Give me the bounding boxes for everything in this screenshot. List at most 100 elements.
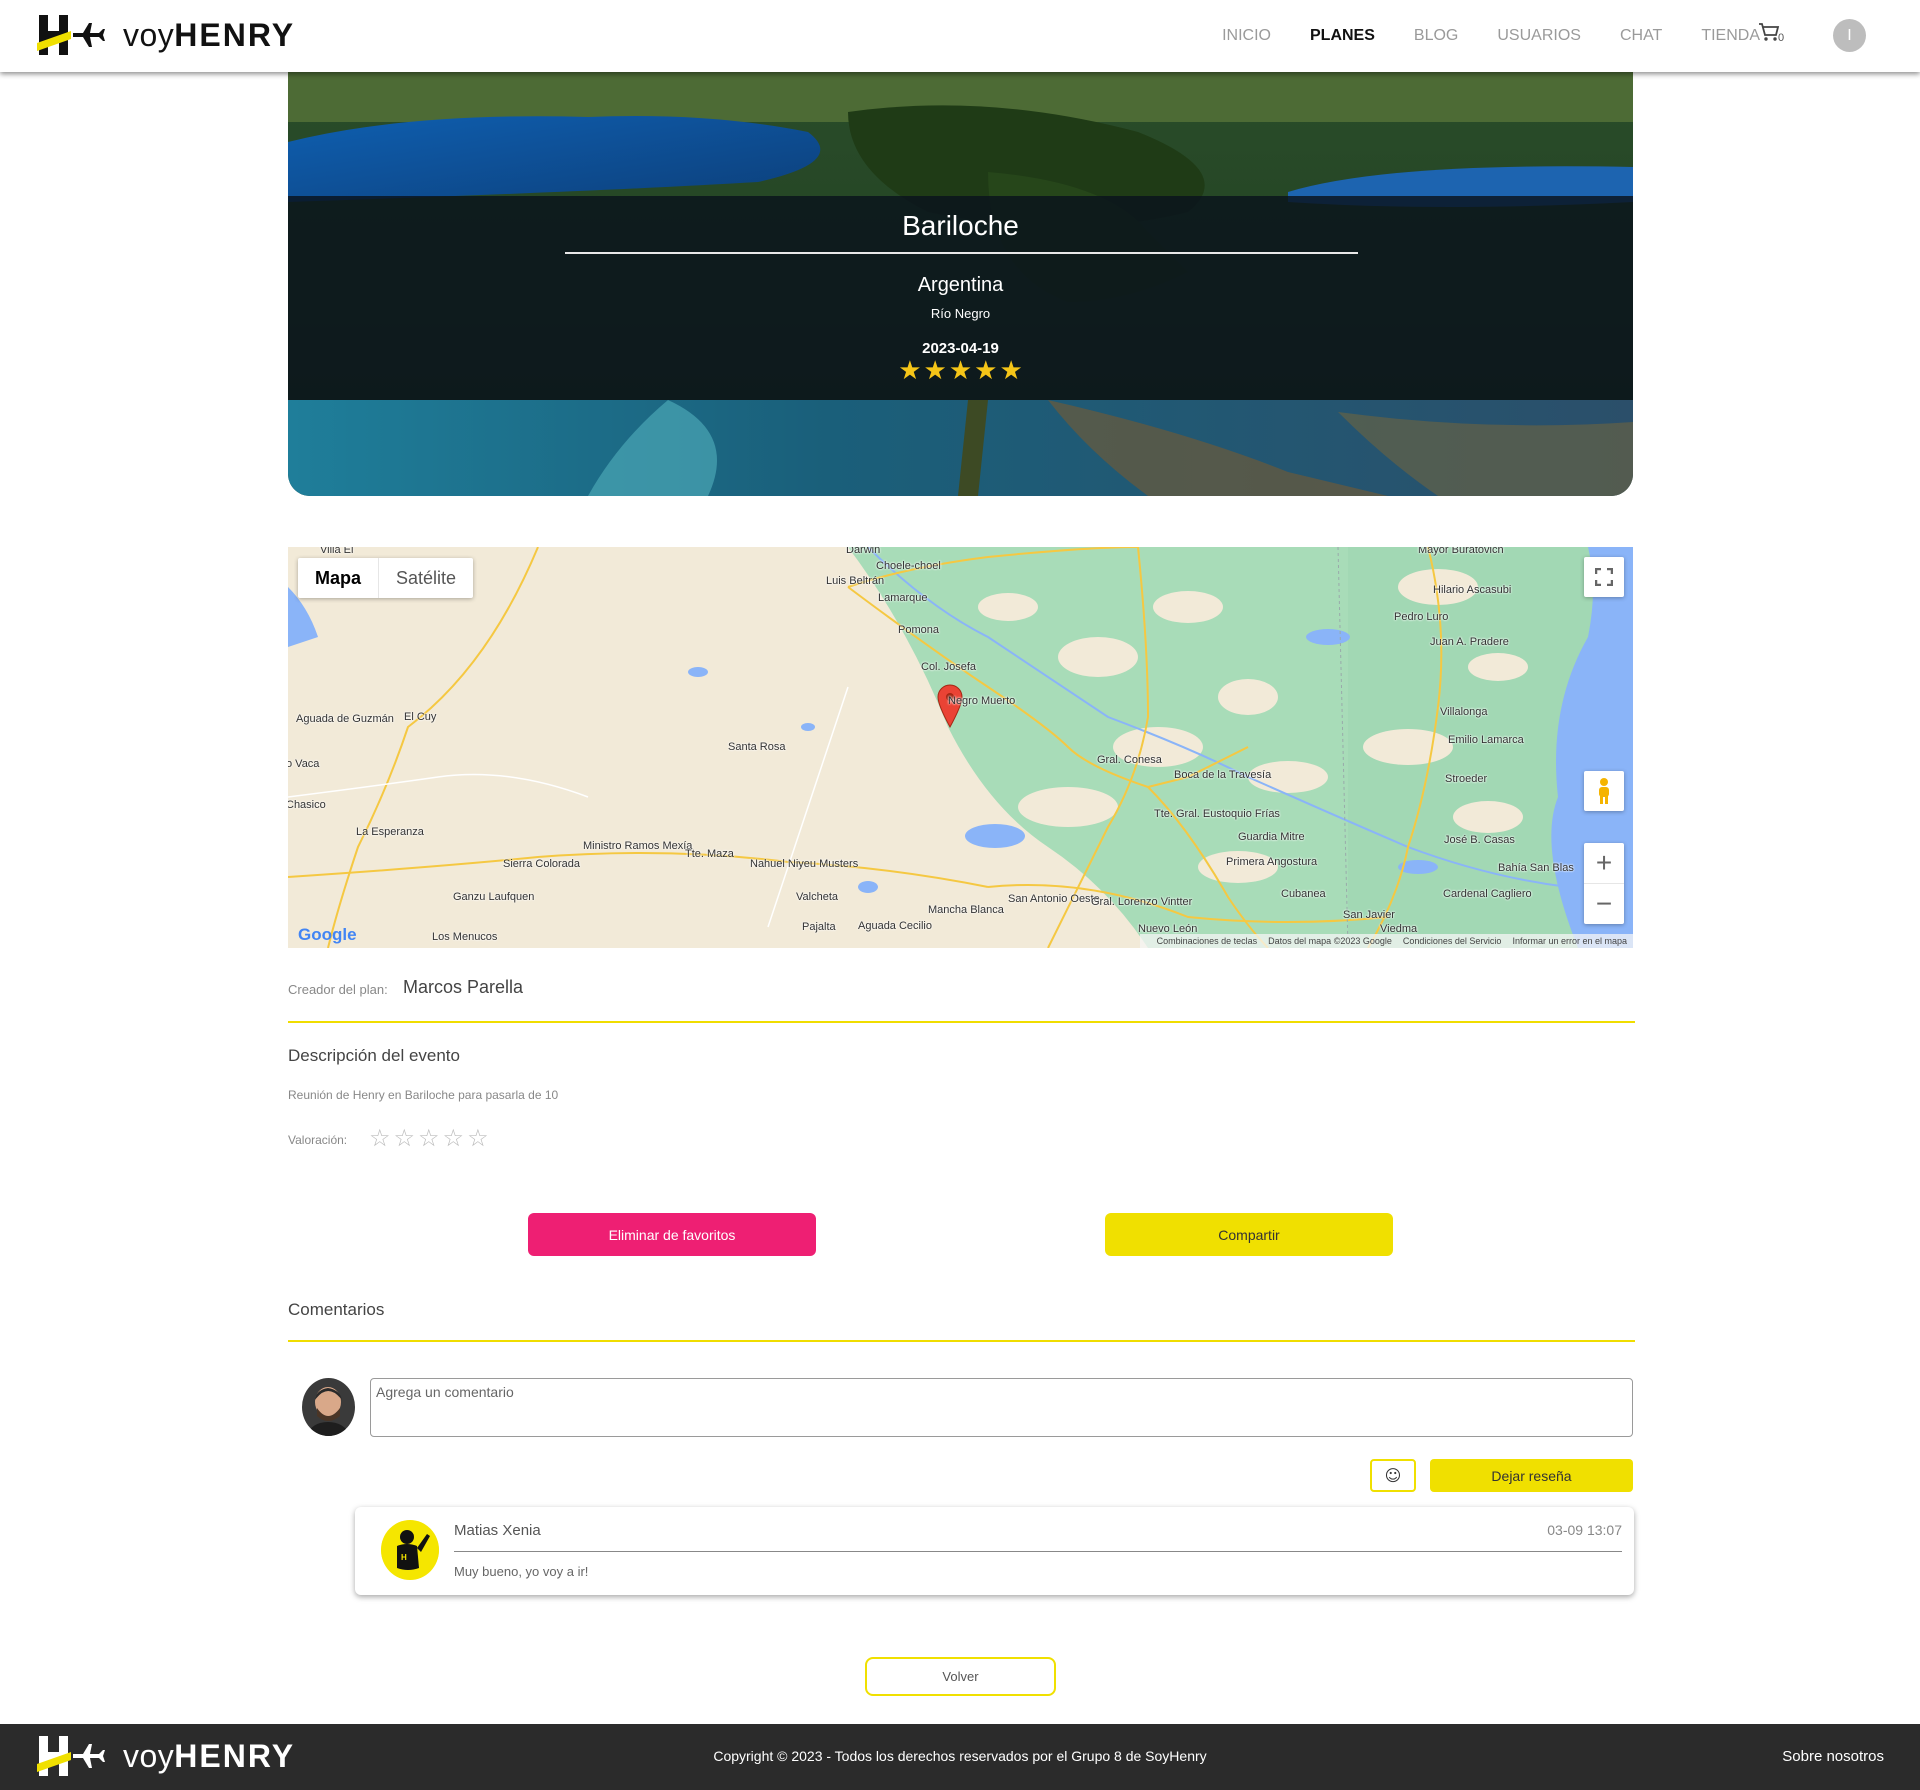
star-filled-icon: ★ — [923, 356, 947, 386]
map-place-label: San Javier — [1343, 909, 1395, 921]
map-place-label: San Antonio Oeste — [1008, 893, 1100, 905]
map-place-label: Darwin — [846, 547, 881, 556]
nav-chat[interactable]: CHAT — [1620, 27, 1662, 45]
map-place-label: Pomona — [898, 624, 939, 636]
henry-airplane-logo-icon — [37, 15, 105, 55]
comment-card: H Matias Xenia 03-09 13:07 Muy bueno, yo… — [355, 1507, 1634, 1595]
about-link[interactable]: Sobre nosotros — [1782, 1748, 1884, 1765]
map-place-label: Cardenal Cagliero — [1443, 888, 1532, 900]
map-place-label: Primera Angostura — [1226, 856, 1318, 868]
plan-country: Argentina — [917, 274, 1004, 296]
map-place-label: Hilario Ascasubi — [1433, 584, 1512, 596]
map-place-label: Ministro Ramos Mexía — [583, 840, 693, 852]
cart-icon — [1759, 23, 1780, 41]
map-place-label: Sierra Colorada — [503, 858, 581, 870]
google-logo: Google — [298, 925, 357, 944]
map-shortcuts-link[interactable]: Combinaciones de teclas — [1157, 936, 1258, 946]
map-place-label: Santa Rosa — [728, 741, 786, 753]
map-type-toggle: Mapa Satélite — [298, 558, 474, 598]
map-place-label: Chasico — [288, 799, 326, 811]
map-type-satellite-button[interactable]: Satélite — [379, 558, 473, 598]
comment-input[interactable] — [370, 1378, 1633, 1437]
zoom-in-button[interactable]: + — [1584, 844, 1624, 884]
share-button[interactable]: Compartir — [1105, 1213, 1393, 1256]
fullscreen-button[interactable] — [1584, 557, 1624, 597]
user-avatar-button[interactable]: I — [1833, 19, 1866, 52]
star-outline-icon[interactable]: ☆ — [369, 1126, 391, 1150]
map-place-label: Bahía San Blas — [1498, 862, 1574, 874]
plan-hero: Bariloche Argentina Río Negro 2023-04-19… — [288, 72, 1633, 496]
star-filled-icon: ★ — [999, 356, 1023, 386]
rating-input: ☆ ☆ ☆ ☆ ☆ — [369, 1126, 492, 1150]
brand-logo[interactable]: voyHENRY — [37, 13, 295, 57]
map-place-label: Luis Beltrán — [826, 575, 885, 587]
creator-name[interactable]: Marcos Parella — [403, 977, 523, 998]
svg-text:H: H — [401, 1553, 407, 1562]
cart-count: 0 — [1778, 32, 1785, 44]
submit-review-button[interactable]: Dejar reseña — [1430, 1459, 1633, 1492]
map-place-label: Guardia Mitre — [1238, 831, 1305, 843]
back-button[interactable]: Volver — [865, 1657, 1056, 1696]
navbar: voyHENRY INICIO PLANES BLOG USUARIOS CHA… — [0, 0, 1920, 72]
map-place-label: Tte. Gral. Eustoquio Frías — [1154, 808, 1280, 820]
google-map[interactable]: Villa El Darwin Choele-choel Luis Beltrá… — [288, 547, 1633, 948]
map-place-label: Lamarque — [878, 592, 928, 604]
map-place-label: Boca de la Travesía — [1174, 769, 1272, 781]
star-filled-icon: ★ — [898, 356, 922, 386]
main-nav: INICIO PLANES BLOG USUARIOS CHAT TIENDA — [1183, 0, 1760, 72]
star-outline-icon[interactable]: ☆ — [443, 1126, 465, 1150]
divider — [288, 1021, 1635, 1023]
map-place-label: Mancha Blanca — [928, 904, 1004, 916]
map-place-label: Aguada de Guzmán — [296, 713, 394, 725]
description-title: Descripción del evento — [288, 1046, 460, 1065]
plan-province: Río Negro — [930, 306, 991, 321]
map-place-label: Choele-choel — [876, 560, 941, 572]
map-place-label: Gral. Lorenzo Vintter — [1091, 896, 1193, 908]
nav-planes[interactable]: PLANES — [1310, 27, 1375, 45]
map-place-label: Pajalta — [802, 921, 836, 933]
map-place-label: Villalonga — [1440, 706, 1488, 718]
comment-author-avatar: H — [381, 1520, 439, 1580]
map-place-label: Tte. Maza — [685, 848, 734, 860]
nav-inicio[interactable]: INICIO — [1222, 27, 1271, 45]
zoom-controls: + − — [1584, 843, 1624, 924]
user-photo — [302, 1378, 355, 1436]
map-place-label: Mayor Buratovich — [1418, 547, 1504, 556]
emoji-icon: ☺ — [1384, 1466, 1402, 1485]
map-place-label: Gral. Conesa — [1097, 754, 1162, 766]
map-place-label: Aguada Cecilio — [858, 920, 932, 932]
creator-label: Creador del plan: — [288, 982, 388, 997]
star-filled-icon: ★ — [948, 356, 973, 386]
street-view-button[interactable] — [1584, 771, 1624, 811]
map-place-label: Ganzu Laufquen — [453, 891, 535, 903]
remove-favorite-button[interactable]: Eliminar de favoritos — [528, 1213, 816, 1256]
footer: voyHENRY Copyright © 2023 - Todos los de… — [0, 1724, 1920, 1790]
cart-button[interactable]: 0 — [1758, 22, 1786, 48]
brand-wordmark: voyHENRY — [123, 16, 296, 53]
map-place-label: Cubanea — [1281, 888, 1326, 900]
comment-timestamp: 03-09 13:07 — [1547, 1522, 1622, 1538]
map-report-link[interactable]: Informar un error en el mapa — [1512, 936, 1627, 946]
map-type-map-button[interactable]: Mapa — [298, 558, 380, 598]
nav-tienda[interactable]: TIENDA — [1701, 27, 1760, 45]
star-outline-icon[interactable]: ☆ — [467, 1126, 489, 1150]
map-place-label: Los Menucos — [432, 931, 498, 943]
emoji-picker-button[interactable]: ☺ — [1370, 1459, 1416, 1492]
star-outline-icon[interactable]: ☆ — [394, 1126, 416, 1150]
star-outline-icon[interactable]: ☆ — [418, 1126, 440, 1150]
map-place-label: Negro Muerto — [948, 695, 1016, 707]
nav-blog[interactable]: BLOG — [1414, 27, 1458, 45]
plan-rating-stars: ★★★★★ — [288, 358, 1633, 384]
map-terrain — [288, 547, 1633, 948]
plan-title: Bariloche — [902, 210, 1019, 241]
map-place-label: Emilio Lamarca — [1448, 734, 1524, 746]
map-terms-link[interactable]: Condiciones del Servicio — [1403, 936, 1502, 946]
star-filled-icon: ★ — [974, 356, 998, 386]
map-place-label: Stroeder — [1445, 773, 1488, 785]
map-place-label: Valcheta — [796, 891, 838, 903]
nav-usuarios[interactable]: USUARIOS — [1497, 27, 1581, 45]
map-place-label: Pedro Luro — [1394, 611, 1449, 623]
map-place-label: El Cuy — [404, 711, 437, 723]
map-place-label: La Esperanza — [356, 826, 424, 838]
zoom-out-button[interactable]: − — [1584, 884, 1624, 924]
